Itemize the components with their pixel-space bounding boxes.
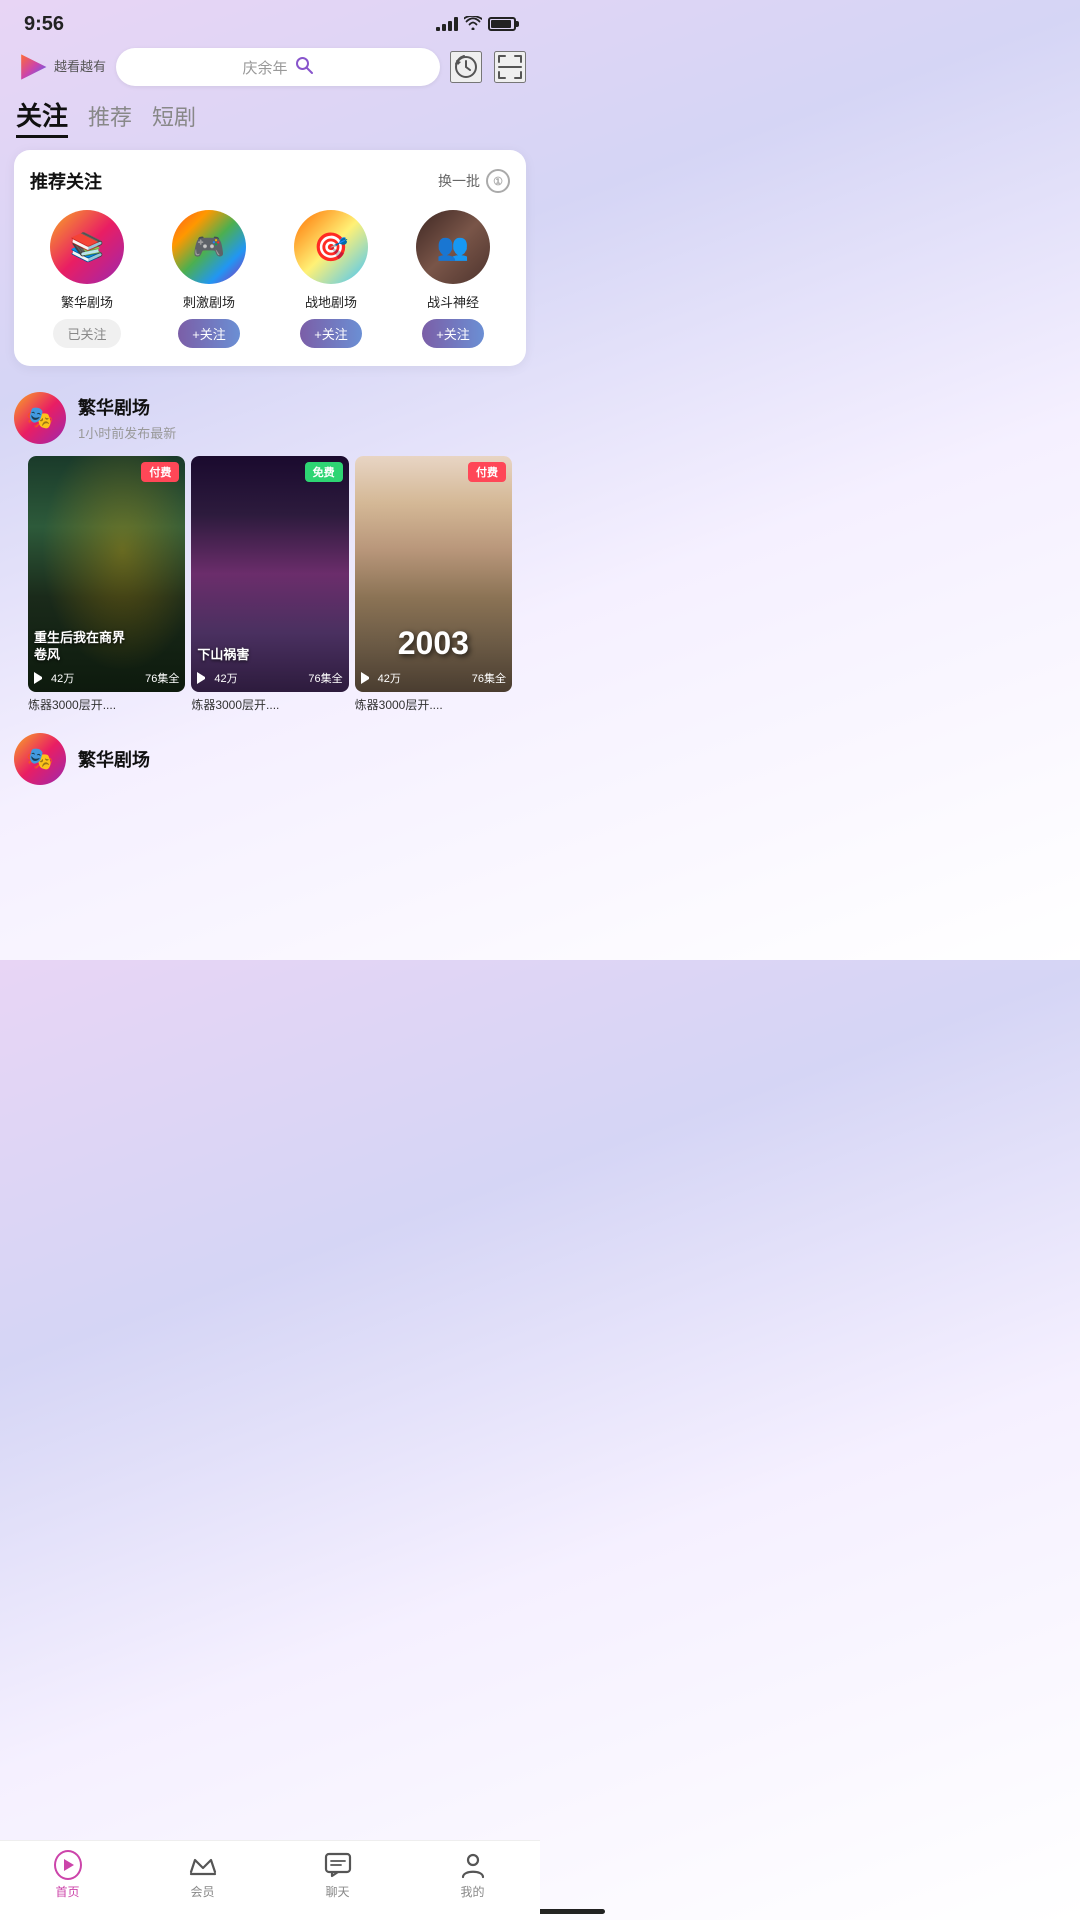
nav-tabs: 关注 推荐 短剧 — [0, 96, 540, 150]
follow-btn-1[interactable]: 已关注 — [53, 319, 120, 348]
video-thumb-2: 下山祸害 免费 42万 76集全 — [191, 456, 348, 692]
video-title-1: 炼器3000层开.... — [28, 696, 185, 713]
crown-icon — [189, 1851, 217, 1879]
follow-btn-2[interactable]: +关注 — [178, 319, 240, 348]
channel-info-avatar-2: 🎭 — [14, 733, 66, 785]
video-title-3: 炼器3000层开.... — [355, 696, 512, 713]
bottom-nav: 首页 会员 聊天 我的 — [0, 1840, 540, 1920]
channel-section-1: 繁华剧场 1小时前发布最新 重生后我在商界卷风 付费 42万 — [0, 382, 540, 721]
video-bottom-3: 42万 76集全 — [361, 670, 506, 686]
channel-info-text-2: 繁华剧场 — [78, 746, 150, 772]
rec-channel-battle: 战地剧场 +关注 — [274, 210, 388, 348]
nav-item-member[interactable]: 会员 — [173, 1851, 233, 1900]
scan-button[interactable] — [494, 51, 526, 83]
video-item-3[interactable]: 2003 付费 42万 76集全 炼器3000层开.... — [355, 456, 512, 713]
history-icon — [453, 54, 479, 80]
follow-btn-4[interactable]: +关注 — [422, 319, 484, 348]
video-bottom-2: 42万 76集全 — [197, 670, 342, 686]
video-thumb-3: 2003 付费 42万 76集全 — [355, 456, 512, 692]
channel-avatar-2 — [172, 210, 246, 284]
video-ep-3: 76集全 — [472, 670, 506, 686]
video-grid-1: 重生后我在商界卷风 付费 42万 76集全 炼器3000层开.... — [14, 456, 526, 713]
thumb-inner-2: 42万 76集全 — [191, 456, 348, 692]
video-bottom-1: 42万 76集全 — [34, 670, 179, 686]
video-meta-1: 42万 — [34, 670, 74, 686]
logo-text: 越看越有 — [54, 59, 106, 75]
play-icon-2 — [197, 672, 209, 684]
tab-recommend[interactable]: 推荐 — [88, 100, 132, 134]
chat-icon — [324, 1851, 352, 1879]
battery-icon — [488, 17, 516, 31]
thumb-inner-1: 42万 76集全 — [28, 456, 185, 692]
rec-channels: 繁华剧场 已关注 刺激剧场 +关注 战地剧场 +关注 战斗神经 +关注 — [30, 210, 510, 348]
video-meta-3: 42万 — [361, 670, 401, 686]
video-ep-1: 76集全 — [145, 670, 179, 686]
rec-card-title: 推荐关注 — [30, 168, 102, 194]
refresh-label: 换一批 — [438, 171, 480, 191]
video-item-1[interactable]: 重生后我在商界卷风 付费 42万 76集全 炼器3000层开.... — [28, 456, 185, 713]
channel-info-sub-1: 1小时前发布最新 — [78, 423, 176, 442]
rec-channel-fight: 战斗神经 +关注 — [396, 210, 510, 348]
video-views-3: 42万 — [378, 670, 401, 686]
channel-name-3: 战地剧场 — [305, 292, 357, 311]
history-button[interactable] — [450, 51, 482, 83]
channel-info-name-2: 繁华剧场 — [78, 746, 150, 772]
video-item-2[interactable]: 下山祸害 免费 42万 76集全 炼器3000层开.... — [191, 456, 348, 713]
refresh-btn[interactable]: 换一批 ① — [438, 169, 510, 193]
search-placeholder-text: 庆余年 — [243, 57, 288, 78]
nav-label-member: 会员 — [190, 1883, 214, 1900]
search-icon — [294, 55, 314, 80]
wifi-icon — [464, 16, 482, 33]
tab-short-drama[interactable]: 短剧 — [152, 100, 196, 134]
follow-btn-3[interactable]: +关注 — [300, 319, 362, 348]
header-actions — [450, 51, 526, 83]
channel-avatar-1 — [50, 210, 124, 284]
play-icon-1 — [34, 672, 46, 684]
channel-name-4: 战斗神经 — [427, 292, 479, 311]
logo-area: 越看越有 — [14, 49, 106, 85]
refresh-badge: ① — [486, 169, 510, 193]
rec-card-header: 推荐关注 换一批 ① — [30, 168, 510, 194]
home-icon — [54, 1851, 82, 1879]
channel-name-1: 繁华剧场 — [61, 292, 113, 311]
signal-icon — [436, 17, 458, 31]
video-views-2: 42万 — [214, 670, 237, 686]
person-icon — [459, 1851, 487, 1879]
channel-info-name-1: 繁华剧场 — [78, 394, 176, 420]
video-meta-2: 42万 — [197, 670, 237, 686]
status-bar: 9:56 — [0, 0, 540, 44]
logo-icon — [14, 49, 50, 85]
rec-channel-fancv: 繁华剧场 已关注 — [30, 210, 144, 348]
header: 越看越有 庆余年 — [0, 44, 540, 96]
channel-info-avatar-1 — [14, 392, 66, 444]
channel-name-2: 刺激剧场 — [183, 292, 235, 311]
channel-info-1: 繁华剧场 1小时前发布最新 — [14, 392, 526, 444]
tab-follow[interactable]: 关注 — [16, 96, 68, 138]
video-title-2: 炼器3000层开.... — [191, 696, 348, 713]
nav-item-chat[interactable]: 聊天 — [308, 1851, 368, 1900]
nav-label-my: 我的 — [460, 1883, 484, 1900]
status-time: 9:56 — [24, 13, 64, 36]
rec-channel-excite: 刺激剧场 +关注 — [152, 210, 266, 348]
recommend-follow-card: 推荐关注 换一批 ① 繁华剧场 已关注 刺激剧场 +关注 战地剧场 — [14, 150, 526, 366]
search-bar[interactable]: 庆余年 — [116, 48, 440, 86]
nav-item-my[interactable]: 我的 — [443, 1851, 503, 1900]
nav-item-home[interactable]: 首页 — [38, 1851, 98, 1900]
video-views-1: 42万 — [51, 670, 74, 686]
video-thumb-1: 重生后我在商界卷风 付费 42万 76集全 — [28, 456, 185, 692]
channel-avatar-3 — [294, 210, 368, 284]
channel-info-text-1: 繁华剧场 1小时前发布最新 — [78, 394, 176, 442]
scan-icon — [497, 54, 523, 80]
video-ep-2: 76集全 — [308, 670, 342, 686]
nav-label-chat: 聊天 — [325, 1883, 349, 1900]
channel-section-2: 🎭 繁华剧场 — [0, 721, 540, 789]
nav-label-home: 首页 — [55, 1883, 79, 1900]
channel-avatar-4 — [416, 210, 490, 284]
play-icon-3 — [361, 672, 373, 684]
thumb-inner-3: 42万 76集全 — [355, 456, 512, 692]
status-icons — [436, 16, 516, 33]
